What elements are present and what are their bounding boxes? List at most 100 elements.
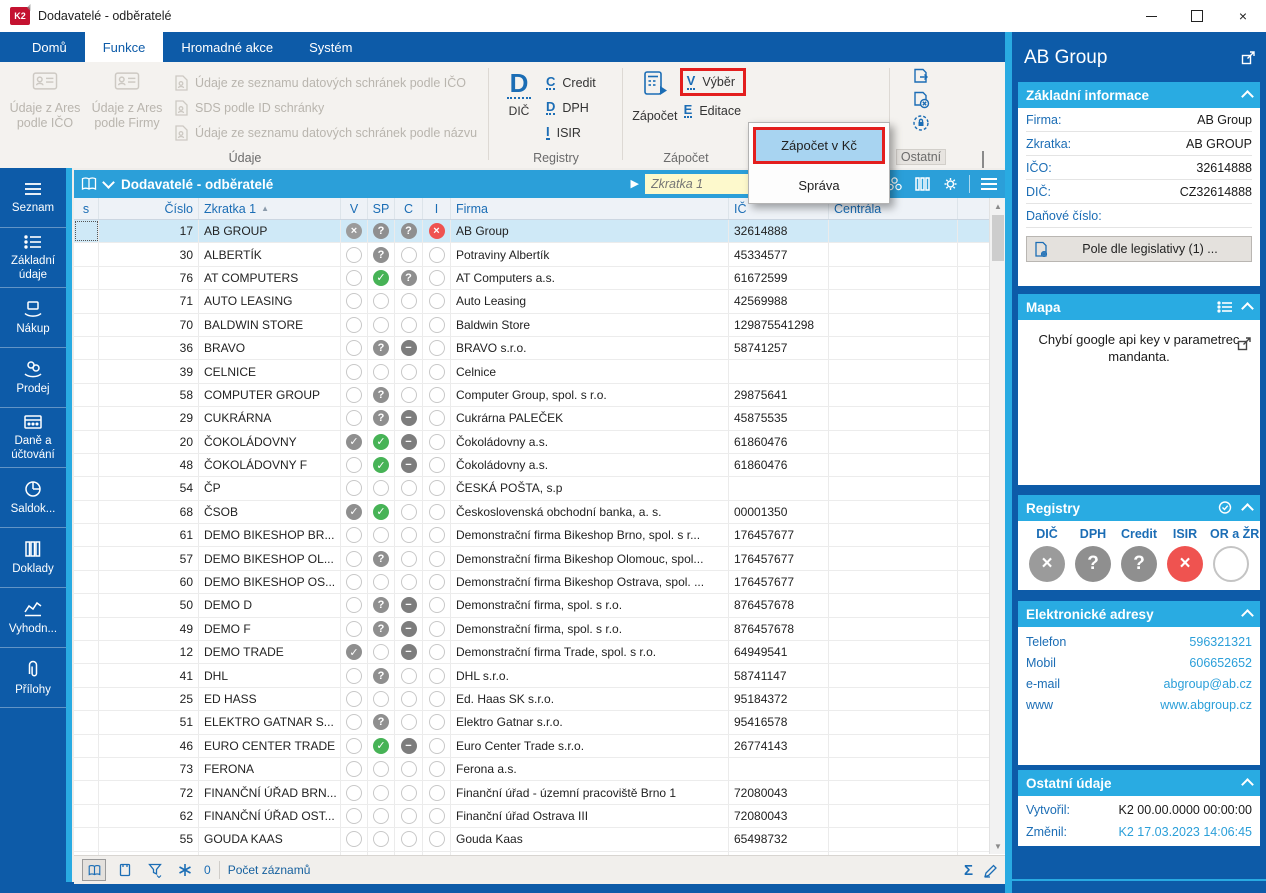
sidebar-item-prodej[interactable]: Prodej [0, 348, 66, 408]
registry-check-item[interactable]: I ISIR [546, 120, 596, 145]
vertical-scrollbar[interactable]: ▲ ▼ [989, 198, 1006, 854]
row-selector-cell[interactable] [74, 641, 99, 664]
data-box-menu-item[interactable]: Údaje ze seznamu datových schránek podle… [174, 70, 477, 95]
table-row[interactable]: 54 ČP ČESKÁ POŠTA, s.p [74, 477, 1006, 501]
data-box-menu-item[interactable]: Údaje ze seznamu datových schránek podle… [174, 120, 477, 145]
row-selector-cell[interactable] [74, 313, 99, 336]
column-header-c[interactable]: C [395, 198, 423, 219]
address-value[interactable]: www.abgroup.cz [1160, 698, 1252, 712]
scrollbar-thumb[interactable] [992, 215, 1004, 261]
address-value[interactable]: 596321321 [1189, 635, 1252, 649]
sidebar-item-prilohy[interactable]: Přílohy [0, 648, 66, 708]
sidebar-item-dane-a-uctovani[interactable]: Daně a účtování [0, 408, 66, 468]
minimize-button[interactable] [1128, 0, 1174, 32]
row-selector-cell[interactable] [74, 360, 99, 383]
row-selector-cell[interactable] [74, 687, 99, 711]
sidebar-item-vyhodnoceni[interactable]: Vyhodn... [0, 588, 66, 648]
zapocet-menu-item[interactable]: E Editace [683, 98, 746, 123]
row-selector-cell[interactable] [74, 407, 99, 430]
record-count-label[interactable]: Počet záznamů [228, 863, 311, 877]
filter-button[interactable] [144, 860, 166, 880]
table-row[interactable]: 58 COMPUTER GROUP Computer Group, spol. … [74, 383, 1006, 408]
sidebar-item-seznam[interactable]: Seznam [0, 168, 66, 228]
table-row[interactable]: 68 ČSOB Československá obchodní banka, a… [74, 500, 1006, 525]
column-header-firma[interactable]: Firma [451, 198, 729, 219]
settings-button[interactable] [939, 174, 961, 194]
table-menu-button[interactable] [978, 174, 1000, 194]
column-header-zkratka[interactable]: Zkratka 1 ▲ [199, 198, 341, 219]
row-selector-cell[interactable] [74, 290, 99, 313]
sidebar-item-zakladni-udaje[interactable]: Základní údaje [0, 228, 66, 288]
zapocet-menu-item[interactable]: V Výběr [679, 68, 746, 96]
row-selector-cell[interactable] [74, 336, 99, 360]
collapse-section-icon[interactable] [1241, 778, 1254, 791]
freeze-button[interactable] [174, 860, 196, 880]
table-row[interactable]: 71 AUTO LEASING Auto Leasing 42569988 [74, 290, 1006, 314]
row-selector-cell[interactable] [74, 711, 99, 734]
table-row[interactable]: 41 DHL DHL s.r.o. 58741147 [74, 664, 1006, 688]
table-row[interactable]: 61 DEMO BIKESHOP BR... Demonstrační firm… [74, 524, 1006, 548]
row-selector-cell[interactable] [74, 664, 99, 687]
row-selector-cell[interactable] [74, 781, 99, 804]
collapse-section-icon[interactable] [1241, 90, 1254, 103]
row-selector-cell[interactable] [74, 804, 99, 828]
table-row[interactable]: 70 BALDWIN STORE Baldwin Store 129875541… [74, 313, 1006, 337]
row-selector-cell[interactable] [74, 594, 99, 617]
address-value[interactable]: 606652652 [1189, 656, 1252, 670]
table-row[interactable]: 49 DEMO F Demonstrační firma, spol. s r.… [74, 617, 1006, 642]
map-list-icon[interactable] [1217, 300, 1233, 314]
row-selector-cell[interactable] [74, 430, 99, 453]
column-header-cislo[interactable]: Číslo [99, 198, 199, 219]
table-row[interactable]: 46 EURO CENTER TRADE Euro Center Trade s… [74, 734, 1006, 758]
row-selector-cell[interactable] [74, 570, 99, 594]
table-row[interactable]: 12 DEMO TRADE Demonstrační firma Trade, … [74, 641, 1006, 665]
table-row[interactable]: 36 BRAVO BRAVO s.r.o. 58741257 [74, 336, 1006, 361]
ribbon-tab[interactable]: Hromadné akce [163, 32, 291, 62]
sidebar-item-saldokonto[interactable]: Saldok... [0, 468, 66, 528]
table-row[interactable]: 62 FINANČNÍ ÚŘAD OST... Finanční úřad Os… [74, 804, 1006, 829]
collapse-section-icon[interactable] [1241, 302, 1254, 315]
open-map-icon[interactable] [1236, 336, 1252, 352]
ribbon-tab[interactable]: Funkce [84, 32, 164, 62]
ribbon-tab[interactable]: Systém [291, 32, 370, 62]
sidebar-item-doklady[interactable]: Doklady [0, 528, 66, 588]
document-export-icon[interactable] [912, 68, 930, 86]
table-row[interactable]: 73 FERONA Ferona a.s. [74, 757, 1006, 782]
dropdown-menu-item[interactable]: Zápočet v Kč [753, 127, 885, 164]
table-row[interactable]: 60 DEMO BIKESHOP OS... Demonstrační firm… [74, 570, 1006, 595]
collapse-section-icon[interactable] [1241, 503, 1254, 516]
data-box-menu-item[interactable]: SDS podle ID schránky [174, 95, 477, 120]
book-view-button[interactable] [82, 859, 106, 881]
lock-circle-icon[interactable] [912, 114, 930, 132]
table-row[interactable]: 72 FINANČNÍ ÚŘAD BRN... Finanční úřad - … [74, 781, 1006, 805]
table-row[interactable]: 17 AB GROUP AB Group 32614888 [74, 220, 1006, 244]
table-row[interactable]: 30 ALBERTÍK Potraviny Albertík 45334577 [74, 243, 1006, 267]
dropdown-menu-item[interactable]: Správa [749, 168, 889, 203]
document-cancel-icon[interactable] [912, 91, 930, 109]
row-selector-cell[interactable] [74, 383, 99, 407]
row-selector-cell[interactable] [74, 617, 99, 641]
table-row[interactable]: 51 ELEKTRO GATNAR S... Elektro Gatnar s.… [74, 711, 1006, 735]
column-header-sp[interactable]: SP [368, 198, 395, 219]
row-selector-cell[interactable] [74, 757, 99, 781]
address-value[interactable]: abgroup@ab.cz [1164, 677, 1252, 691]
row-selector-cell[interactable] [74, 453, 99, 477]
legislativa-button[interactable]: Pole dle legislativy (1) ... [1026, 236, 1252, 262]
row-selector-cell[interactable] [74, 220, 99, 243]
sidebar-item-nakup[interactable]: Nákup [0, 288, 66, 348]
columns-button[interactable] [911, 174, 933, 194]
collapse-ribbon-button[interactable] [982, 151, 991, 170]
table-row[interactable]: 20 ČOKOLÁDOVNY Čokoládovny a.s. 61860476 [74, 430, 1006, 454]
page-view-button[interactable] [114, 860, 136, 880]
open-detail-icon[interactable] [1240, 50, 1256, 66]
row-selector-cell[interactable] [74, 266, 99, 290]
edit-pencil-icon[interactable] [983, 863, 998, 878]
row-selector-cell[interactable] [74, 828, 99, 851]
column-header-v[interactable]: V [341, 198, 368, 219]
table-row[interactable]: 48 ČOKOLÁDOVNY F Čokoládovny a.s. 618604… [74, 453, 1006, 478]
row-selector-cell[interactable] [74, 734, 99, 757]
maximize-button[interactable] [1174, 0, 1220, 32]
row-selector-cell[interactable] [74, 477, 99, 500]
scroll-down-arrow[interactable]: ▼ [994, 838, 1002, 854]
registry-check-item[interactable]: C Credit [546, 70, 596, 95]
